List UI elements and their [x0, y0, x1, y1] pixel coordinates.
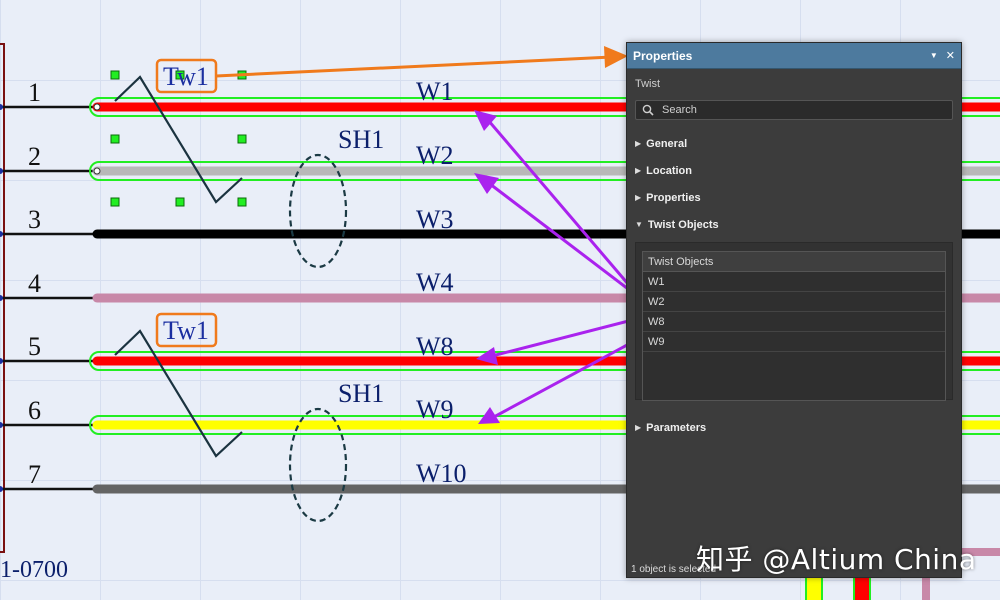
search-box[interactable]: [635, 100, 953, 120]
table-row[interactable]: W9: [643, 332, 945, 352]
pin-number-5: 5: [28, 332, 41, 361]
pin-number-4: 4: [28, 269, 41, 298]
wire-label-w9: W9: [416, 395, 454, 424]
expand-arrow-icon: ▶: [635, 166, 642, 175]
annotation-arrow-purple-w2: [489, 182, 641, 300]
twist-table-header: Twist Objects: [643, 252, 945, 272]
close-icon[interactable]: ✕: [946, 49, 955, 62]
table-row[interactable]: W1: [643, 272, 945, 292]
panel-menu-icon[interactable]: ▼: [930, 51, 938, 60]
object-type-label: Twist: [635, 78, 661, 90]
table-row[interactable]: W8: [643, 312, 945, 332]
expand-arrow-icon: ▶: [635, 139, 642, 148]
pin-number-2: 2: [28, 142, 41, 171]
expand-arrow-icon: ▶: [635, 423, 642, 432]
section-general[interactable]: ▶ General: [627, 130, 961, 157]
panel-title: Properties: [633, 48, 693, 63]
pin-number-6: 6: [28, 396, 41, 425]
twist-label-1: Tw1: [163, 62, 209, 91]
section-parameters-label: Parameters: [646, 421, 707, 434]
section-parameters[interactable]: ▶ Parameters: [627, 414, 961, 441]
section-twist-objects-label: Twist Objects: [647, 218, 719, 231]
section-general-label: General: [646, 137, 688, 150]
section-properties[interactable]: ▶ Properties: [627, 184, 961, 211]
wire-label-w2: W2: [416, 141, 454, 170]
pin-number-3: 3: [28, 205, 41, 234]
twist-objects-table: Twist Objects W1 W2 W8 W9: [642, 251, 946, 401]
annotation-arrow-orange: [215, 55, 613, 78]
collapse-arrow-icon: ▼: [635, 220, 643, 229]
wire-label-w10: W10: [416, 459, 467, 488]
expand-arrow-icon: ▶: [635, 193, 642, 202]
table-row[interactable]: W2: [643, 292, 945, 312]
search-icon: [642, 104, 654, 116]
section-location[interactable]: ▶ Location: [627, 157, 961, 184]
section-twist-objects[interactable]: ▼ Twist Objects: [627, 211, 961, 238]
wire-label-w4: W4: [416, 268, 454, 297]
properties-panel: Properties ▼ ✕ Twist ▶ General ▶ Locatio…: [626, 42, 962, 578]
section-location-label: Location: [646, 164, 692, 177]
twist-symbol-1[interactable]: [114, 75, 243, 204]
pin-number-7: 7: [28, 460, 41, 489]
panel-header[interactable]: Properties ▼ ✕: [627, 43, 961, 69]
twist-symbol-2[interactable]: [114, 329, 243, 458]
pin-number-1: 1: [28, 78, 41, 107]
part-number: 1-0700: [0, 557, 68, 583]
twist-objects-container: Twist Objects W1 W2 W8 W9: [635, 242, 953, 401]
twist-label-2: Tw1: [163, 316, 209, 345]
arrowhead-purple-w2: [474, 173, 499, 194]
search-input[interactable]: [660, 103, 944, 117]
annotation-arrowhead-orange: [604, 46, 628, 68]
wire-label-w1: W1: [416, 77, 454, 106]
section-properties-label: Properties: [646, 191, 701, 204]
shield-label-1: SH1: [338, 125, 384, 154]
wire-label-w3: W3: [416, 205, 454, 234]
shield-label-2: SH1: [338, 379, 384, 408]
watermark-text: 知乎 @Altium China: [696, 543, 977, 576]
wire-label-w8: W8: [416, 332, 454, 361]
annotation-arrow-purple-w1: [486, 119, 642, 299]
